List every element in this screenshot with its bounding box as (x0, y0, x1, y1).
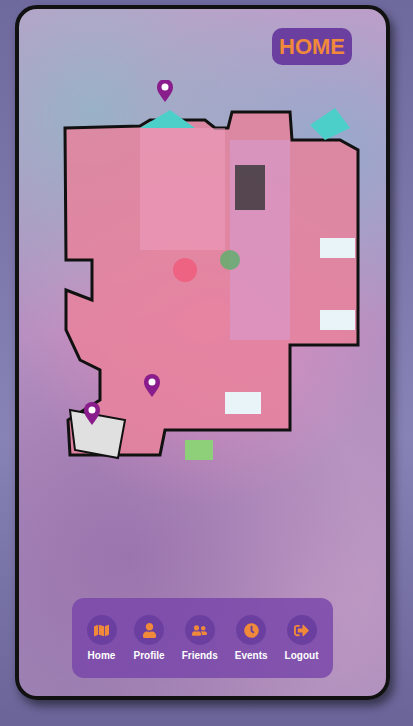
bottom-nav: Home Profile Friends Events Logout (72, 598, 333, 678)
nav-label: Home (88, 650, 116, 661)
map-pin-icon[interactable] (144, 374, 160, 397)
user-icon[interactable] (134, 615, 164, 645)
nav-item[interactable]: Friends (182, 615, 218, 661)
map-pin-icon[interactable] (84, 402, 100, 425)
nav-label: Logout (285, 650, 319, 661)
nav-label: Friends (182, 650, 218, 661)
nav-label: Events (235, 650, 268, 661)
logout-icon[interactable] (287, 615, 317, 645)
map-icon[interactable] (87, 615, 117, 645)
festival-map[interactable] (55, 80, 365, 470)
friends-icon[interactable] (185, 615, 215, 645)
nav-label: Profile (134, 650, 165, 661)
nav-item[interactable]: Logout (285, 615, 319, 661)
clock-icon[interactable] (236, 615, 266, 645)
header: HOME (19, 9, 386, 65)
home-button[interactable]: HOME (272, 28, 352, 65)
nav-item[interactable]: Events (235, 615, 268, 661)
nav-item[interactable]: Home (87, 615, 117, 661)
phone-frame: HOME Home Profile Friends Events Logout (15, 5, 390, 700)
map-pin-icon[interactable] (157, 80, 173, 102)
nav-item[interactable]: Profile (134, 615, 165, 661)
